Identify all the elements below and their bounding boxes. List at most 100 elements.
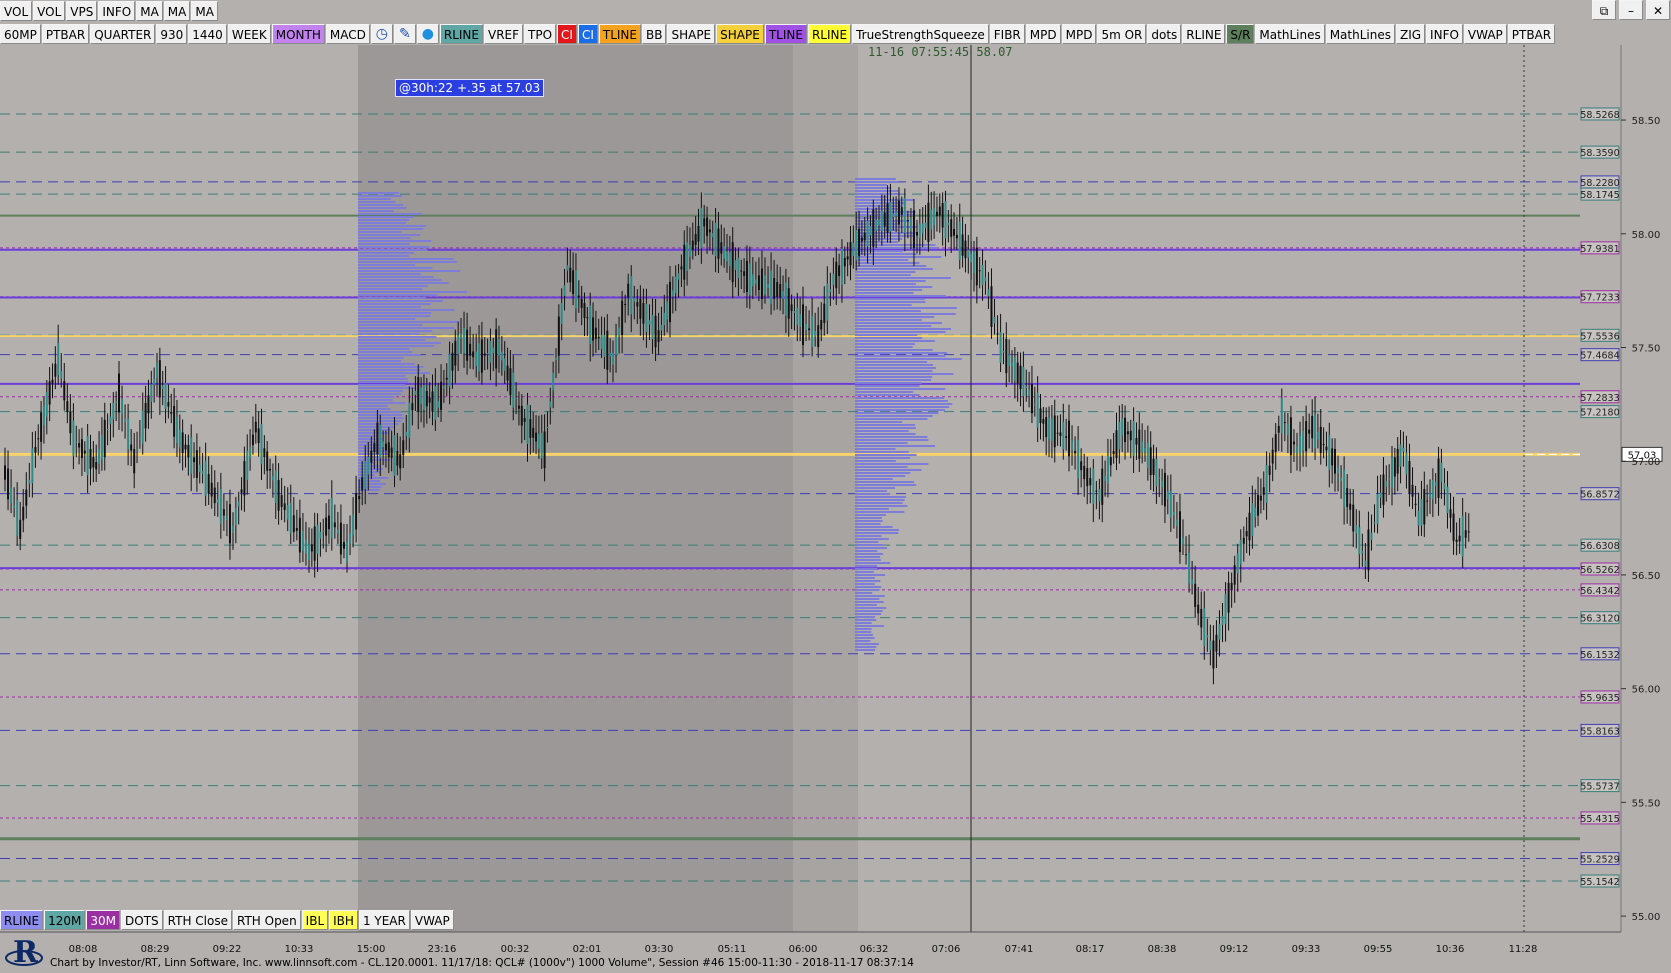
candle-body	[660, 324, 663, 331]
close-icon[interactable]: ✕	[1646, 0, 1670, 20]
toolbar-button-ci[interactable]: CI	[557, 23, 577, 44]
candle-body	[1319, 426, 1322, 453]
toolbar-button-info[interactable]: INFO	[1426, 23, 1463, 44]
top-button-ma[interactable]: MA	[163, 0, 191, 21]
window-controls: ⧉ – ✕	[1592, 0, 1671, 20]
top-button-vps[interactable]: VPS	[66, 0, 98, 21]
toolbar-button-rline[interactable]: RLINE	[807, 23, 852, 44]
toolbar-button-mathlines[interactable]: MathLines	[1255, 23, 1325, 44]
toolbar-button-quarter[interactable]: QUARTER	[90, 23, 156, 44]
candle-body	[342, 542, 345, 549]
bottom-button-120m[interactable]: 120M	[44, 909, 86, 930]
volume-profile-bar	[358, 354, 421, 356]
candle-body	[1257, 494, 1260, 516]
volume-profile-bar	[855, 403, 953, 405]
toolbar-button-60mp[interactable]: 60MP	[0, 23, 41, 44]
toolbar-button-1440[interactable]: 1440	[188, 23, 227, 44]
top-button-vol[interactable]: VOL	[0, 0, 33, 21]
bottom-button-dots[interactable]: DOTS	[121, 909, 163, 930]
candle-body	[633, 297, 636, 302]
toolbar-button-rline[interactable]: RLINE	[439, 23, 483, 44]
candle-body	[592, 317, 595, 341]
toolbar-button-shape[interactable]: SHAPE	[716, 23, 764, 44]
toolbar-button-macd[interactable]: MACD	[325, 23, 370, 44]
restore-icon[interactable]: ⧉	[1592, 0, 1616, 20]
price-note-tag[interactable]: @30h:22 +.35 at 57.03	[395, 79, 545, 97]
candle-body	[325, 517, 328, 536]
bottom-button-30m[interactable]: 30M	[86, 909, 121, 930]
y-axis-tick-label: 56.00	[1632, 685, 1661, 696]
top-button-vol[interactable]: VOL	[33, 0, 66, 21]
drop-icon[interactable]: ●	[416, 23, 439, 44]
candle-body	[1221, 616, 1224, 625]
toolbar-button-month[interactable]: MONTH	[271, 23, 325, 44]
toolbar-button-zig[interactable]: ZIG	[1395, 23, 1426, 44]
bottom-button-rline[interactable]: RLINE	[0, 909, 44, 930]
candle-body	[478, 343, 481, 372]
toolbar-button-shape[interactable]: SHAPE	[667, 23, 716, 44]
volume-profile-bar	[855, 400, 948, 402]
toolbar-button-s-r[interactable]: S/R	[1226, 23, 1255, 44]
volume-profile-bar	[358, 396, 395, 398]
toolbar-button-mpd[interactable]: MPD	[1061, 23, 1097, 44]
toolbar-button-ci[interactable]: CI	[577, 23, 598, 44]
bottom-button-rth-open[interactable]: RTH Open	[232, 909, 301, 930]
minimize-icon[interactable]: –	[1619, 0, 1643, 20]
volume-profile-bar	[855, 628, 872, 630]
toolbar-button-ptbar[interactable]: PTBAR	[41, 23, 90, 44]
toolbar-button-week[interactable]: WEEK	[227, 23, 271, 44]
toolbar-button-930[interactable]: 930	[156, 23, 188, 44]
price-chart[interactable]: 58.5268 58.3590 58.228058.1745 57.9381 57.72…	[0, 0, 1671, 973]
candle-body	[232, 525, 234, 533]
toolbar-button-truestrengthsqueeze[interactable]: TrueStrengthSqueeze	[852, 23, 989, 44]
candle-body	[274, 470, 277, 504]
candle-body	[1175, 519, 1178, 526]
candle-body	[106, 428, 109, 430]
toolbar-button-dots[interactable]: dots	[1147, 23, 1182, 44]
toolbar-button-bb[interactable]: BB	[642, 23, 667, 44]
bottom-button-1-year[interactable]: 1 YEAR	[358, 909, 410, 930]
volume-profile-bar	[855, 343, 915, 345]
toolbar-button-vref[interactable]: VREF	[483, 23, 524, 44]
top-button-ma[interactable]: MA	[191, 0, 218, 21]
top-button-ma[interactable]: MA	[136, 0, 163, 21]
candle-body	[645, 303, 648, 332]
toolbar-button-ptbar[interactable]: PTBAR	[1507, 23, 1556, 44]
candle-body	[260, 424, 263, 465]
toolbar-button-tline[interactable]: TLINE	[764, 23, 807, 44]
candle-body	[1358, 527, 1361, 555]
clock-icon[interactable]: ◷	[370, 23, 393, 44]
candle-body	[384, 443, 387, 451]
candle-body	[597, 336, 600, 339]
candle-body	[1161, 480, 1164, 488]
toolbar-button-fibr[interactable]: FIBR	[989, 23, 1025, 44]
toolbar-button-rline[interactable]: RLINE	[1182, 23, 1226, 44]
toolbar-button-tpo[interactable]: TPO	[524, 23, 557, 44]
toolbar-button-tline[interactable]: TLINE	[598, 23, 641, 44]
candle-body	[808, 328, 811, 331]
volume-profile-bar	[855, 430, 909, 432]
toolbar-button-mpd[interactable]: MPD	[1025, 23, 1061, 44]
bottom-button-rth-close[interactable]: RTH Close	[163, 909, 232, 930]
candle-body	[557, 316, 560, 356]
top-button-info[interactable]: INFO	[98, 0, 136, 21]
volume-profile-bar	[855, 322, 942, 324]
bottom-button-ibh[interactable]: IBH	[329, 909, 358, 930]
bottom-button-vwap[interactable]: VWAP	[410, 909, 454, 930]
toolbar-button-mathlines[interactable]: MathLines	[1325, 23, 1395, 44]
candle-body	[849, 242, 852, 266]
bottom-button-ibl[interactable]: IBL	[301, 909, 329, 930]
toolbar-button-5m-or[interactable]: 5m OR	[1097, 23, 1147, 44]
candle-body	[1050, 418, 1053, 442]
x-axis-tick-label: 06:00	[789, 944, 818, 955]
x-axis-tick-label: 09:55	[1364, 944, 1393, 955]
candle-body	[304, 539, 307, 554]
candle-body	[680, 266, 683, 270]
candle-body	[1218, 624, 1221, 640]
toolbar-button-vwap[interactable]: VWAP	[1463, 23, 1507, 44]
pencil-icon[interactable]: ✎	[393, 23, 416, 44]
volume-profile-bar	[855, 568, 878, 570]
candle-body	[1098, 489, 1101, 502]
candle-body	[352, 514, 355, 536]
candle-body	[51, 379, 54, 384]
